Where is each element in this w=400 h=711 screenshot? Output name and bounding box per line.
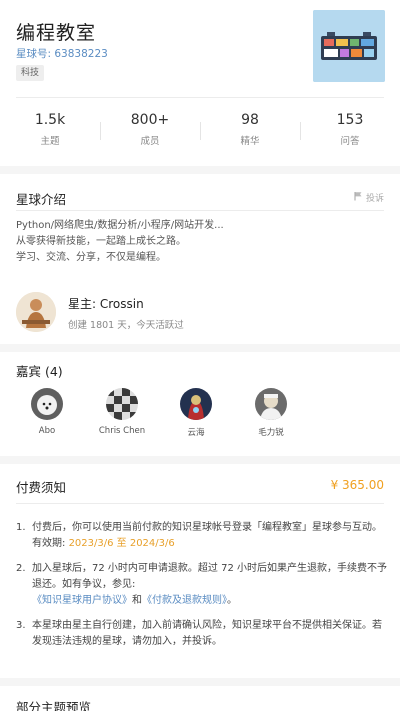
end-text: 。: [227, 595, 237, 606]
fee-list: 1. 付费后，你可以使用当前付款的知识星球帐号登录「编程教室」星球参与互动。 有…: [16, 520, 388, 659]
guest-item[interactable]: 毛力锐: [236, 388, 306, 438]
owner-avatar[interactable]: [16, 292, 56, 332]
stat-qa[interactable]: 153 问答: [300, 110, 400, 154]
section-divider: [0, 166, 400, 174]
user-agreement-link[interactable]: 《知识星球用户协议》: [32, 595, 132, 606]
fee-item: 1. 付费后，你可以使用当前付款的知识星球帐号登录「编程教室」星球参与互动。 有…: [16, 520, 388, 552]
intro-title: 星球介绍: [16, 192, 67, 207]
owner-name[interactable]: 星主: Crossin: [68, 295, 144, 312]
stats-row: 1.5k 主题 800+ 成员 98 精华 153 问答: [0, 110, 400, 154]
stat-essence[interactable]: 98 精华: [200, 110, 300, 154]
stat-label: 问答: [340, 136, 360, 147]
price: ¥ 365.00: [330, 478, 384, 492]
stat-label: 精华: [240, 136, 260, 147]
stat-value: 800+: [130, 112, 170, 128]
report-label: 投诉: [365, 194, 384, 204]
owner-meta: 创建 1801 天，今天活跃过: [68, 320, 184, 331]
planet-title: 编程教室: [16, 22, 97, 44]
guest-avatar: [255, 388, 287, 420]
section-divider: [0, 678, 400, 686]
fee-item: 2. 加入星球后，72 小时内可申请退款。超过 72 小时后如果产生退款，手续费…: [16, 561, 388, 609]
fee-title: 付费须知: [16, 480, 67, 495]
section-divider: [0, 344, 400, 352]
guests-title: 嘉宾 (4): [16, 364, 63, 379]
fee-item-text: 本星球由星主自行创建，加入前请确认风险，知识星球平台不提供相关保证。若发现违法违…: [32, 620, 382, 647]
stat-value: 98: [241, 112, 259, 128]
stat-value: 153: [336, 112, 364, 128]
refund-rules-link[interactable]: 《付款及退款规则》: [142, 595, 227, 606]
intro-line: Python/网络爬虫/数据分析/小程序/网站开发...: [16, 220, 224, 231]
stat-label: 主题: [40, 136, 60, 147]
fee-item-text: 加入星球后，72 小时内可申请退款。超过 72 小时后如果产生退款，手续费不予退…: [32, 563, 387, 590]
intro-line: 学习、交流、分享，不仅是编程。: [16, 252, 166, 263]
guest-item[interactable]: 云海: [161, 388, 231, 438]
planet-header: 编程教室 星球号: 63838223 科技: [0, 0, 400, 96]
fee-item: 3. 本星球由星主自行创建，加入前请确认风险，知识星球平台不提供相关保证。若发现…: [16, 618, 388, 650]
intro-divider: [16, 210, 384, 211]
validity-label: 有效期:: [32, 538, 69, 549]
guest-avatar: [31, 388, 63, 420]
guest-name: 毛力锐: [258, 428, 284, 438]
stat-members[interactable]: 800+ 成员: [100, 110, 200, 154]
intro-text: Python/网络爬虫/数据分析/小程序/网站开发... 从零获得新技能，一起踏…: [16, 218, 224, 266]
section-divider: [0, 456, 400, 464]
stat-topics[interactable]: 1.5k 主题: [0, 110, 100, 154]
guest-avatar: [180, 388, 212, 420]
report-button[interactable]: 投诉: [353, 191, 384, 204]
guest-list: Abo Chris Chen 云海 毛力锐: [0, 388, 400, 438]
validity-value: 2023/3/6 至 2024/3/6: [68, 538, 175, 549]
category-tag[interactable]: 科技: [16, 65, 45, 81]
fee-item-text: 付费后，你可以使用当前付款的知识星球帐号登录「编程教室」星球参与互动。: [32, 522, 382, 533]
guest-name: Chris Chen: [98, 426, 146, 436]
intro-line: 从零获得新技能，一起踏上成长之路。: [16, 236, 186, 247]
planet-number: 星球号: 63838223: [16, 48, 108, 60]
fee-item-number: 3.: [16, 620, 26, 631]
fee-divider: [16, 503, 384, 504]
planet-cover-image: [313, 10, 385, 82]
guest-avatar: [106, 388, 138, 420]
fee-item-number: 2.: [16, 563, 26, 574]
guest-item[interactable]: Chris Chen: [87, 388, 157, 436]
stat-value: 1.5k: [34, 112, 66, 128]
and-text: 和: [132, 595, 142, 606]
fee-item-number: 1.: [16, 522, 26, 533]
flag-icon: [353, 191, 363, 204]
guest-name: 云海: [187, 428, 205, 438]
guest-item[interactable]: Abo: [12, 388, 82, 436]
guest-name: Abo: [38, 426, 56, 436]
header-divider: [16, 97, 384, 98]
preview-title: 部分主题预览: [16, 700, 92, 711]
stat-label: 成员: [140, 136, 160, 147]
